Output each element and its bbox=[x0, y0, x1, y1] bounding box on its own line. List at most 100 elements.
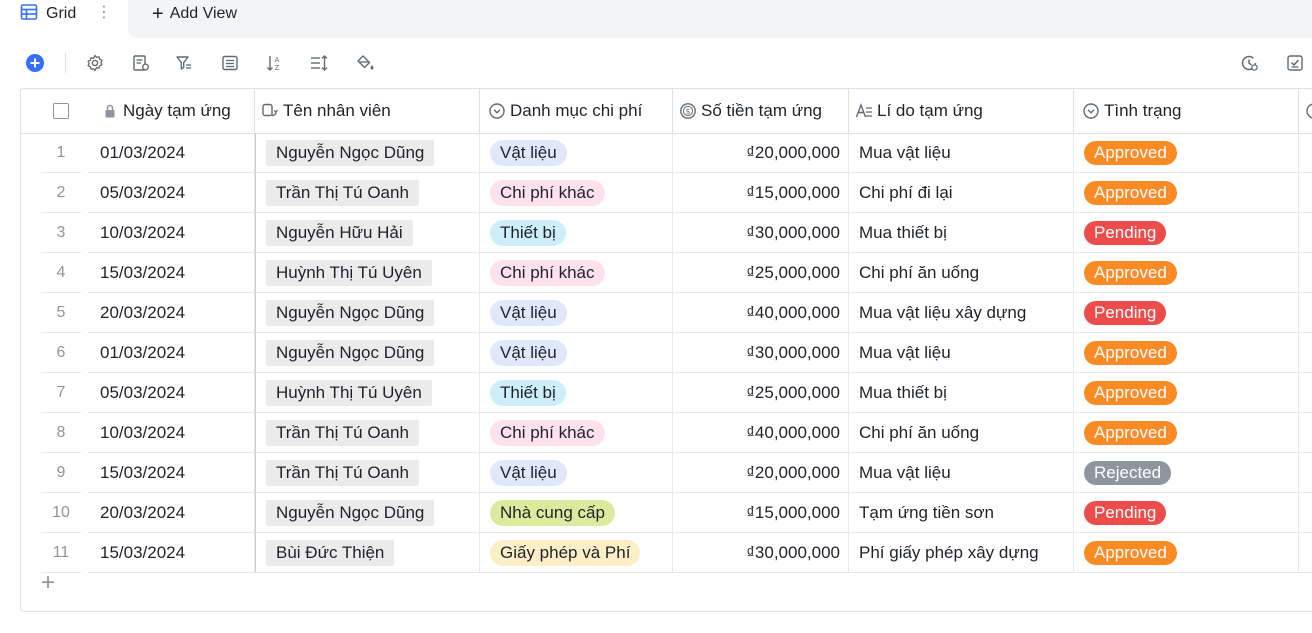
reason-cell[interactable]: Phí giấy phép xây dựng bbox=[849, 533, 1074, 573]
name-cell[interactable]: Nguyễn Ngọc Dũng bbox=[255, 293, 480, 333]
name-cell[interactable]: Huỳnh Thị Tú Uyên bbox=[255, 373, 480, 413]
date-cell[interactable]: 20/03/2024 bbox=[88, 493, 255, 533]
category-cell[interactable]: Vật liệu bbox=[480, 293, 673, 333]
name-cell[interactable]: Nguyễn Ngọc Dũng bbox=[255, 333, 480, 373]
table-row[interactable]: 11 15/03/2024 Bùi Đức Thiện Giấy phép và… bbox=[21, 533, 1312, 573]
category-cell[interactable]: Thiết bị bbox=[480, 373, 673, 413]
fill-color-icon[interactable] bbox=[354, 52, 376, 74]
name-cell[interactable]: Nguyễn Ngọc Dũng bbox=[255, 133, 480, 173]
header-name[interactable]: Tên nhân viên bbox=[255, 89, 480, 133]
amount-cell[interactable]: ₫25,000,000 bbox=[673, 253, 849, 293]
status-cell[interactable]: Rejected bbox=[1074, 453, 1299, 493]
header-select-all[interactable] bbox=[21, 89, 101, 133]
header-date[interactable]: Ngày tạm ứng bbox=[101, 89, 255, 133]
field-settings-icon[interactable] bbox=[130, 52, 152, 74]
table-row[interactable]: 5 20/03/2024 Nguyễn Ngọc Dũng Vật liệu ₫… bbox=[21, 293, 1312, 333]
header-status[interactable]: Tình trạng bbox=[1074, 89, 1299, 133]
table-row[interactable]: 10 20/03/2024 Nguyễn Ngọc Dũng Nhà cung … bbox=[21, 493, 1312, 533]
reason-cell[interactable]: Mua vật liệu bbox=[849, 333, 1074, 373]
category-cell[interactable]: Chi phí khác bbox=[480, 413, 673, 453]
reason-cell[interactable]: Mua thiết bị bbox=[849, 373, 1074, 413]
status-cell[interactable]: Approved bbox=[1074, 533, 1299, 573]
header-amount[interactable]: $ Số tiền tạm ứng bbox=[673, 89, 849, 133]
reason-cell[interactable]: Tạm ứng tiền sơn bbox=[849, 493, 1074, 533]
reason-cell[interactable]: Mua vật liệu xây dựng bbox=[849, 293, 1074, 333]
amount-cell[interactable]: ₫15,000,000 bbox=[673, 173, 849, 213]
next-column-cell[interactable] bbox=[1299, 253, 1312, 293]
category-cell[interactable]: Vật liệu bbox=[480, 453, 673, 493]
date-cell[interactable]: 20/03/2024 bbox=[88, 293, 255, 333]
amount-cell[interactable]: ₫30,000,000 bbox=[673, 533, 849, 573]
table-row[interactable]: 9 15/03/2024 Trần Thị Tú Oanh Vật liệu ₫… bbox=[21, 453, 1312, 493]
amount-cell[interactable]: ₫30,000,000 bbox=[673, 213, 849, 253]
status-cell[interactable]: Pending bbox=[1074, 213, 1299, 253]
status-cell[interactable]: Approved bbox=[1074, 333, 1299, 373]
date-cell[interactable]: 05/03/2024 bbox=[88, 373, 255, 413]
date-cell[interactable]: 15/03/2024 bbox=[88, 453, 255, 493]
category-cell[interactable]: Thiết bị bbox=[480, 213, 673, 253]
next-column-cell[interactable] bbox=[1299, 413, 1312, 453]
amount-cell[interactable]: ₫40,000,000 bbox=[673, 293, 849, 333]
date-cell[interactable]: 10/03/2024 bbox=[88, 213, 255, 253]
add-record-button[interactable] bbox=[24, 52, 46, 74]
category-cell[interactable]: Nhà cung cấp bbox=[480, 493, 673, 533]
name-cell[interactable]: Trần Thị Tú Oanh bbox=[255, 413, 480, 453]
header-reason[interactable]: Lí do tạm ứng bbox=[849, 89, 1074, 133]
reason-cell[interactable]: Mua vật liệu bbox=[849, 453, 1074, 493]
next-column-cell[interactable] bbox=[1299, 133, 1312, 173]
category-cell[interactable]: Chi phí khác bbox=[480, 253, 673, 293]
history-icon[interactable] bbox=[1238, 52, 1260, 74]
table-row[interactable]: 3 10/03/2024 Nguyễn Hữu Hải Thiết bị ₫30… bbox=[21, 213, 1312, 253]
reason-cell[interactable]: Chi phí ăn uống bbox=[849, 253, 1074, 293]
name-cell[interactable]: Trần Thị Tú Oanh bbox=[255, 173, 480, 213]
grid-view-tab[interactable]: Grid ⋮ bbox=[0, 0, 128, 38]
status-cell[interactable]: Approved bbox=[1074, 413, 1299, 453]
next-column-cell[interactable] bbox=[1299, 173, 1312, 213]
amount-cell[interactable]: ₫20,000,000 bbox=[673, 453, 849, 493]
table-row[interactable]: 1 01/03/2024 Nguyễn Ngọc Dũng Vật liệu ₫… bbox=[21, 133, 1312, 173]
filter-icon[interactable] bbox=[173, 52, 195, 74]
status-cell[interactable]: Pending bbox=[1074, 293, 1299, 333]
date-cell[interactable]: 10/03/2024 bbox=[88, 413, 255, 453]
settings-icon[interactable] bbox=[84, 52, 106, 74]
date-cell[interactable]: 01/03/2024 bbox=[88, 133, 255, 173]
header-next-column[interactable] bbox=[1299, 89, 1312, 133]
table-row[interactable]: 6 01/03/2024 Nguyễn Ngọc Dũng Vật liệu ₫… bbox=[21, 333, 1312, 373]
name-cell[interactable]: Huỳnh Thị Tú Uyên bbox=[255, 253, 480, 293]
group-icon[interactable] bbox=[219, 52, 241, 74]
select-all-checkbox[interactable] bbox=[53, 103, 69, 119]
status-cell[interactable]: Approved bbox=[1074, 253, 1299, 293]
more-options-icon[interactable]: ⋮ bbox=[96, 4, 112, 24]
amount-cell[interactable]: ₫25,000,000 bbox=[673, 373, 849, 413]
sort-icon[interactable]: AZ bbox=[264, 52, 286, 74]
name-cell[interactable]: Nguyễn Hữu Hải bbox=[255, 213, 480, 253]
status-cell[interactable]: Approved bbox=[1074, 173, 1299, 213]
status-cell[interactable]: Approved bbox=[1074, 133, 1299, 173]
name-cell[interactable]: Trần Thị Tú Oanh bbox=[255, 453, 480, 493]
category-cell[interactable]: Vật liệu bbox=[480, 133, 673, 173]
category-cell[interactable]: Vật liệu bbox=[480, 333, 673, 373]
row-height-icon[interactable] bbox=[308, 52, 330, 74]
date-cell[interactable]: 15/03/2024 bbox=[88, 533, 255, 573]
name-cell[interactable]: Nguyễn Ngọc Dũng bbox=[255, 493, 480, 533]
date-cell[interactable]: 05/03/2024 bbox=[88, 173, 255, 213]
table-row[interactable]: 8 10/03/2024 Trần Thị Tú Oanh Chi phí kh… bbox=[21, 413, 1312, 453]
table-row[interactable]: 7 05/03/2024 Huỳnh Thị Tú Uyên Thiết bị … bbox=[21, 373, 1312, 413]
reason-cell[interactable]: Mua vật liệu bbox=[849, 133, 1074, 173]
next-column-cell[interactable] bbox=[1299, 453, 1312, 493]
table-row[interactable]: 4 15/03/2024 Huỳnh Thị Tú Uyên Chi phí k… bbox=[21, 253, 1312, 293]
next-column-cell[interactable] bbox=[1299, 373, 1312, 413]
status-cell[interactable]: Approved bbox=[1074, 373, 1299, 413]
next-column-cell[interactable] bbox=[1299, 333, 1312, 373]
checklist-icon[interactable] bbox=[1284, 52, 1306, 74]
category-cell[interactable]: Giấy phép và Phí bbox=[480, 533, 673, 573]
table-row[interactable]: 2 05/03/2024 Trần Thị Tú Oanh Chi phí kh… bbox=[21, 173, 1312, 213]
reason-cell[interactable]: Mua thiết bị bbox=[849, 213, 1074, 253]
add-view-button[interactable]: + Add View bbox=[152, 4, 237, 24]
reason-cell[interactable]: Chi phí ăn uống bbox=[849, 413, 1074, 453]
amount-cell[interactable]: ₫30,000,000 bbox=[673, 333, 849, 373]
next-column-cell[interactable] bbox=[1299, 213, 1312, 253]
amount-cell[interactable]: ₫20,000,000 bbox=[673, 133, 849, 173]
reason-cell[interactable]: Chi phí đi lại bbox=[849, 173, 1074, 213]
header-category[interactable]: Danh mục chi phí bbox=[480, 89, 673, 133]
